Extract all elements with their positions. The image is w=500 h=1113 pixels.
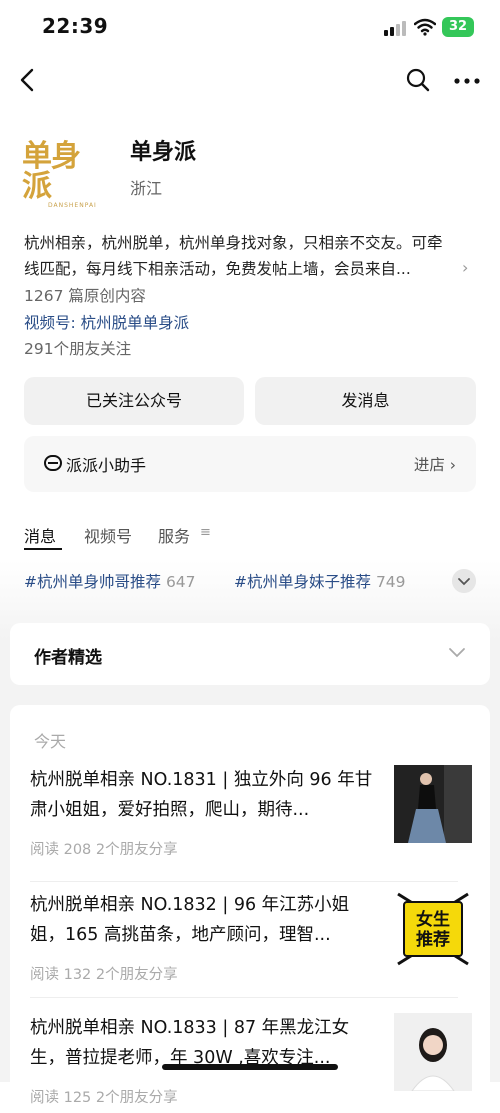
message-feed: 今天 杭州脱单相亲 NO.1831 | 独立外向 96 年甘肃小姐姐，爱好拍照，…	[10, 705, 490, 1106]
logo-subtext: DANSHENPAI	[48, 202, 97, 209]
hashtag-2[interactable]: #杭州单身妹子推荐 749	[234, 570, 406, 592]
home-indicator	[162, 1064, 338, 1070]
wifi-icon	[414, 18, 436, 36]
friends-following[interactable]: 291个朋友关注	[24, 337, 131, 359]
video-channel-link[interactable]: 视频号: 杭州脱单单身派	[24, 311, 189, 333]
article-title: 杭州脱单相亲 NO.1832 | 96 年江苏小姐姐，165 高挑苗条，地产顾问…	[30, 895, 350, 945]
date-label: 今天	[34, 732, 67, 751]
article-thumbnail	[394, 1013, 472, 1091]
account-region: 浙江	[130, 179, 163, 198]
tab-services[interactable]: 服务	[158, 523, 190, 547]
assistant-store-row[interactable]: 派派小助手 进店 ›	[24, 436, 476, 492]
account-logo[interactable]: 单身派 DANSHENPAI	[22, 142, 108, 210]
back-arrow-icon[interactable]	[18, 68, 38, 92]
thumb-label: 女生 推荐	[416, 910, 450, 950]
chevron-right-icon[interactable]: ›	[462, 258, 468, 277]
assistant-label: 派派小助手	[66, 456, 147, 475]
account-description[interactable]: 杭州相亲，杭州脱单，杭州单身找对象，只相亲不交友。可牵线匹配，每月线下相亲活动，…	[24, 230, 454, 282]
enter-store-link[interactable]: 进店 ›	[414, 453, 456, 475]
chevron-down-icon[interactable]	[452, 569, 476, 593]
chevron-down-icon	[449, 648, 465, 658]
article-meta: 阅读 132 2个朋友分享	[30, 967, 178, 983]
article-title: 杭州脱单相亲 NO.1831 | 独立外向 96 年甘肃小姐姐，爱好拍照，爬山，…	[30, 770, 373, 820]
followed-button[interactable]: 已关注公众号	[24, 377, 244, 425]
article-meta: 阅读 208 2个朋友分享	[30, 842, 178, 858]
more-icon[interactable]	[454, 76, 480, 86]
divider	[30, 997, 458, 998]
account-name: 单身派	[130, 140, 197, 165]
assistant-icon	[44, 455, 62, 471]
tab-active-indicator	[24, 548, 62, 550]
tab-video-channel[interactable]: 视频号	[84, 523, 132, 547]
hashtag-1[interactable]: #杭州单身帅哥推荐 647	[24, 570, 196, 592]
list-item[interactable]: 杭州脱单相亲 NO.1831 | 独立外向 96 年甘肃小姐姐，爱好拍照，爬山，…	[30, 765, 480, 865]
article-count: 1267 篇原创内容	[24, 287, 146, 305]
article-thumbnail: 女生 推荐	[394, 890, 472, 968]
author-picks-title: 作者精选	[34, 648, 102, 668]
divider	[30, 881, 458, 882]
search-icon[interactable]	[406, 68, 430, 92]
services-menu-icon[interactable]: ≡	[200, 525, 211, 540]
logo-text: 单身派	[22, 139, 81, 204]
battery-icon: 32	[442, 17, 474, 37]
article-meta: 阅读 125 2个朋友分享	[30, 1090, 178, 1106]
list-item[interactable]: 杭州脱单相亲 NO.1833 | 87 年黑龙江女生，普拉提老师，年 30W ,…	[30, 1013, 480, 1113]
signal-icon	[384, 20, 408, 36]
article-thumbnail	[394, 765, 472, 843]
list-item[interactable]: 杭州脱单相亲 NO.1832 | 96 年江苏小姐姐，165 高挑苗条，地产顾问…	[30, 890, 480, 990]
send-message-button[interactable]: 发消息	[255, 377, 476, 425]
author-picks-card[interactable]: 作者精选	[10, 623, 490, 685]
tab-messages[interactable]: 消息	[24, 523, 56, 547]
status-time: 22:39	[42, 14, 109, 38]
